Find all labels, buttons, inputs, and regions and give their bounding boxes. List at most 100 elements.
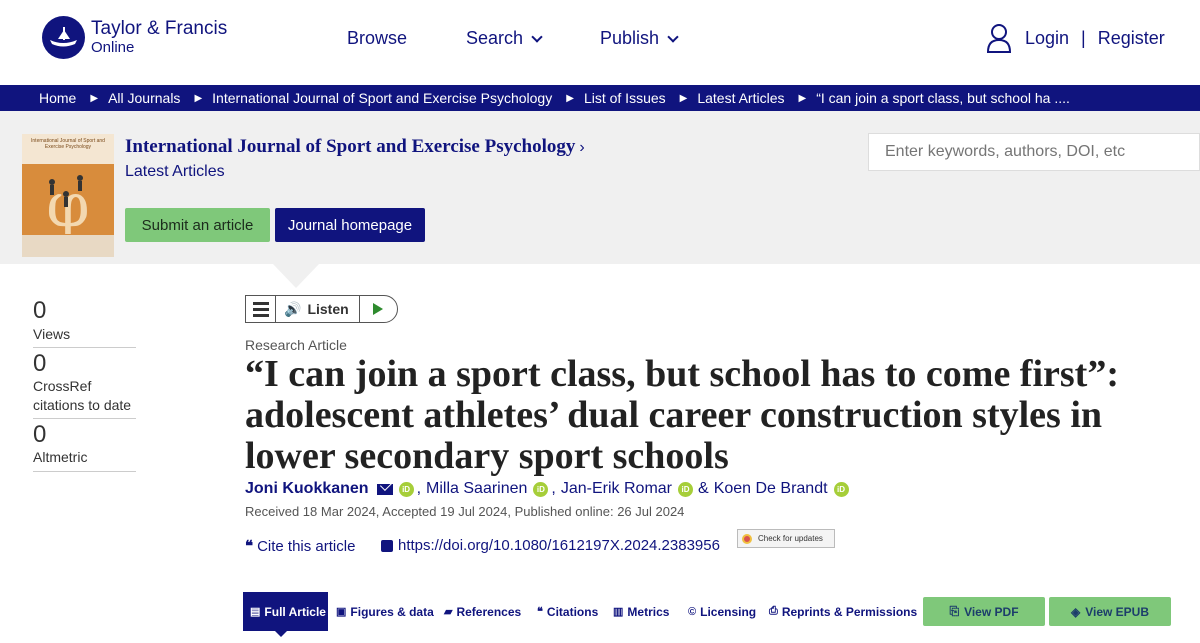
listen-label: Listen [307,301,349,317]
author-name[interactable]: Joni Kuokkanen [245,480,369,498]
listen-menu-icon[interactable] [246,296,276,322]
doi-text: https://doi.org/10.1080/1612197X.2024.23… [398,537,720,554]
tab-citations-label: Citations [546,604,599,619]
tandf-logo[interactable]: Taylor & Francis Online [42,16,227,59]
stat-crossref: 0 CrossRef citations to date [33,350,136,419]
nav-browse[interactable]: Browse [347,28,407,49]
copyright-icon: © [688,605,697,618]
author-name[interactable]: Koen De Brandt [714,480,828,498]
stat-crossref-label: CrossRef citations to date [33,378,132,413]
breadcrumb-all-journals[interactable]: All Journals [108,90,180,106]
orcid-icon[interactable]: iD [398,481,414,497]
nav-publish[interactable]: Publish [600,28,679,49]
nav-browse-label: Browse [347,28,408,48]
user-menu: Login | Register [986,23,1165,53]
brand-sub: Online [91,38,135,56]
login-link[interactable]: Login [1025,28,1069,49]
stat-views-value: 0 [33,297,47,324]
pdf-icon: ⎘ [949,604,960,618]
tab-figures[interactable]: ▣ Figures & data [336,592,434,631]
article-tabs: ▤ Full Article ▣ Figures & data ▰ Reference… [243,592,1200,643]
stat-altmetric-label: Altmetric [33,449,88,466]
orcid-icon[interactable]: iD [833,481,849,497]
stat-crossref-value: 0 [33,349,47,377]
cover-figures-icon: φ [46,168,89,241]
bar-chart-icon: ▥ [613,606,624,618]
stat-altmetric-value: 0 [33,420,47,448]
cite-article-link[interactable]: ❝ Cite this article [245,537,355,555]
nav-search-label: Search [466,28,524,48]
stat-views: 0 Views [33,297,136,348]
breadcrumb: Home ▶ All Journals ▶ International Jour… [0,85,1200,111]
brand-name: Taylor & Francis [91,17,228,39]
breadcrumb-arrow-icon: ▶ [566,92,574,104]
view-pdf-label: View PDF [964,604,1019,619]
view-epub-button[interactable]: ◈ View EPUB [1049,597,1171,626]
breadcrumb-arrow-icon: ▶ [679,92,688,104]
crossmark-icon [742,533,752,544]
breadcrumb-list-of-issues[interactable]: List of Issues [584,90,666,106]
breadcrumb-arrow-icon: ▶ [798,92,807,104]
cite-label: Cite this article [257,538,356,555]
play-icon[interactable] [360,303,397,315]
article-title: “I can join a sport class, but school ha… [245,353,1119,477]
book-icon: ▰ [444,606,453,618]
tab-metrics-label: Metrics [627,604,670,619]
publication-dates: Received 18 Mar 2024, Accepted 19 Jul 20… [245,504,685,519]
listen-button[interactable]: 🔊 Listen [276,296,360,322]
journal-title: International Journal of Sport and Exerc… [125,136,576,157]
stat-views-label: Views [33,325,71,342]
tab-licensing-label: Licensing [700,604,757,619]
breadcrumb-journal[interactable]: International Journal of Sport and Exerc… [212,90,552,106]
doi-link[interactable]: https://doi.org/10.1080/1612197X.2024.23… [381,537,720,554]
journal-cover[interactable]: International Journal of Sport and Exerc… [22,134,114,257]
tab-reprints[interactable]: ⎙ Reprints & Permissions [769,592,917,631]
speaker-icon: 🔊 [284,300,302,317]
journal-homepage-button[interactable]: Journal homepage [275,208,425,242]
quote-icon: ❝ [245,538,254,555]
author-separator: , [551,480,556,497]
search-input[interactable] [868,133,1200,171]
print-icon: ⎙ [769,605,778,617]
tab-references[interactable]: ▰ References [444,592,521,631]
author-name[interactable]: Jan-Erik Romar [561,480,672,498]
tab-citations[interactable]: ❝ Citations [537,592,598,631]
banner-notch [273,264,319,288]
tandf-logo-icon [42,16,85,59]
orcid-icon[interactable]: iD [533,481,549,497]
tab-metrics[interactable]: ▥ Metrics [613,592,669,631]
journal-subtitle: Latest Articles [125,163,225,180]
chevron-down-icon [531,30,543,43]
article-type: Research Article [245,337,347,353]
user-separator: | [1081,27,1086,48]
external-link-icon [381,539,393,552]
email-icon[interactable] [376,483,393,495]
user-icon[interactable] [986,23,1012,53]
tab-full-article[interactable]: ▤ Full Article [243,592,328,637]
nav-search[interactable]: Search [466,28,543,49]
stat-altmetric: 0 Altmetric [33,421,136,472]
quote-icon: ❝ [537,606,543,618]
document-icon: ▤ [250,606,261,618]
nav-publish-label: Publish [600,28,660,48]
chevron-down-icon [667,30,679,43]
tab-full-article-label: Full Article [264,604,326,619]
tab-licensing[interactable]: © Licensing [688,592,756,631]
breadcrumb-arrow-icon: ▶ [90,92,99,104]
view-pdf-button[interactable]: ⎘ View PDF [923,597,1045,626]
epub-icon: ◈ [1070,604,1081,619]
author-name[interactable]: Milla Saarinen [426,480,527,498]
breadcrumb-home[interactable]: Home [39,90,76,106]
breadcrumb-current-article: “I can join a sport class, but school ha… [816,90,1070,106]
tab-figures-label: Figures & data [350,604,434,619]
check-updates-label: Check for updates [758,534,823,543]
breadcrumb-latest-articles[interactable]: Latest Articles [697,90,784,106]
journal-title-link[interactable]: International Journal of Sport and Exerc… [125,136,585,158]
submit-article-button[interactable]: Submit an article [125,208,270,242]
breadcrumb-arrow-icon: ▶ [194,92,203,104]
check-for-updates-badge[interactable]: Check for updates [737,529,835,548]
site-header: Taylor & Francis Online Browse Search Pu… [0,0,1200,85]
register-link[interactable]: Register [1098,28,1165,49]
author-separator: , [416,480,422,497]
orcid-icon[interactable]: iD [678,481,694,497]
